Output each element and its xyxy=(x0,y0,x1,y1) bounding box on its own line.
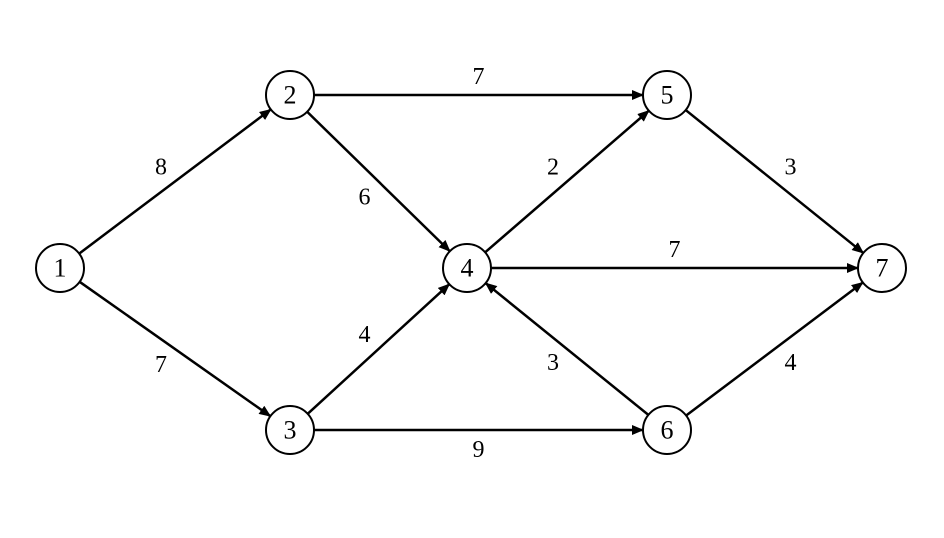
edge-2-4 xyxy=(307,112,450,251)
node-7: 7 xyxy=(858,244,906,292)
edge-6-4 xyxy=(486,283,649,415)
node-2: 2 xyxy=(266,71,314,119)
edge-3-4 xyxy=(308,284,450,414)
edge-6-7 xyxy=(686,282,863,415)
edge-weight-6-4: 3 xyxy=(547,350,559,376)
edge-weight-4-7: 7 xyxy=(669,237,681,263)
edge-weight-2-4: 6 xyxy=(359,185,371,211)
edge-weight-1-2: 8 xyxy=(155,155,167,181)
edge-1-2 xyxy=(79,109,271,253)
graph-diagram: 8 7 7 6 4 9 2 7 3 3 4 1 2 3 4 5 6 7 xyxy=(0,0,944,538)
node-6: 6 xyxy=(643,406,691,454)
node-label-1: 1 xyxy=(54,254,67,283)
edge-weight-4-5: 2 xyxy=(547,155,559,181)
edge-weight-3-4: 4 xyxy=(359,322,371,348)
node-label-2: 2 xyxy=(284,81,297,110)
node-3: 3 xyxy=(266,406,314,454)
edge-1-3 xyxy=(80,282,271,416)
edge-weight-3-6: 9 xyxy=(473,437,485,463)
node-label-3: 3 xyxy=(284,416,297,445)
node-label-4: 4 xyxy=(461,254,474,283)
edge-4-5 xyxy=(485,111,649,253)
edge-5-7 xyxy=(686,110,864,253)
edge-weight-2-5: 7 xyxy=(473,64,485,90)
node-5: 5 xyxy=(643,71,691,119)
nodes-layer: 1 2 3 4 5 6 7 xyxy=(36,71,906,454)
node-label-6: 6 xyxy=(661,416,674,445)
edge-weight-6-7: 4 xyxy=(785,350,797,376)
edge-weight-5-7: 3 xyxy=(785,155,797,181)
node-label-5: 5 xyxy=(661,81,674,110)
node-4: 4 xyxy=(443,244,491,292)
edge-weight-1-3: 7 xyxy=(155,352,167,378)
node-label-7: 7 xyxy=(876,254,889,283)
node-1: 1 xyxy=(36,244,84,292)
